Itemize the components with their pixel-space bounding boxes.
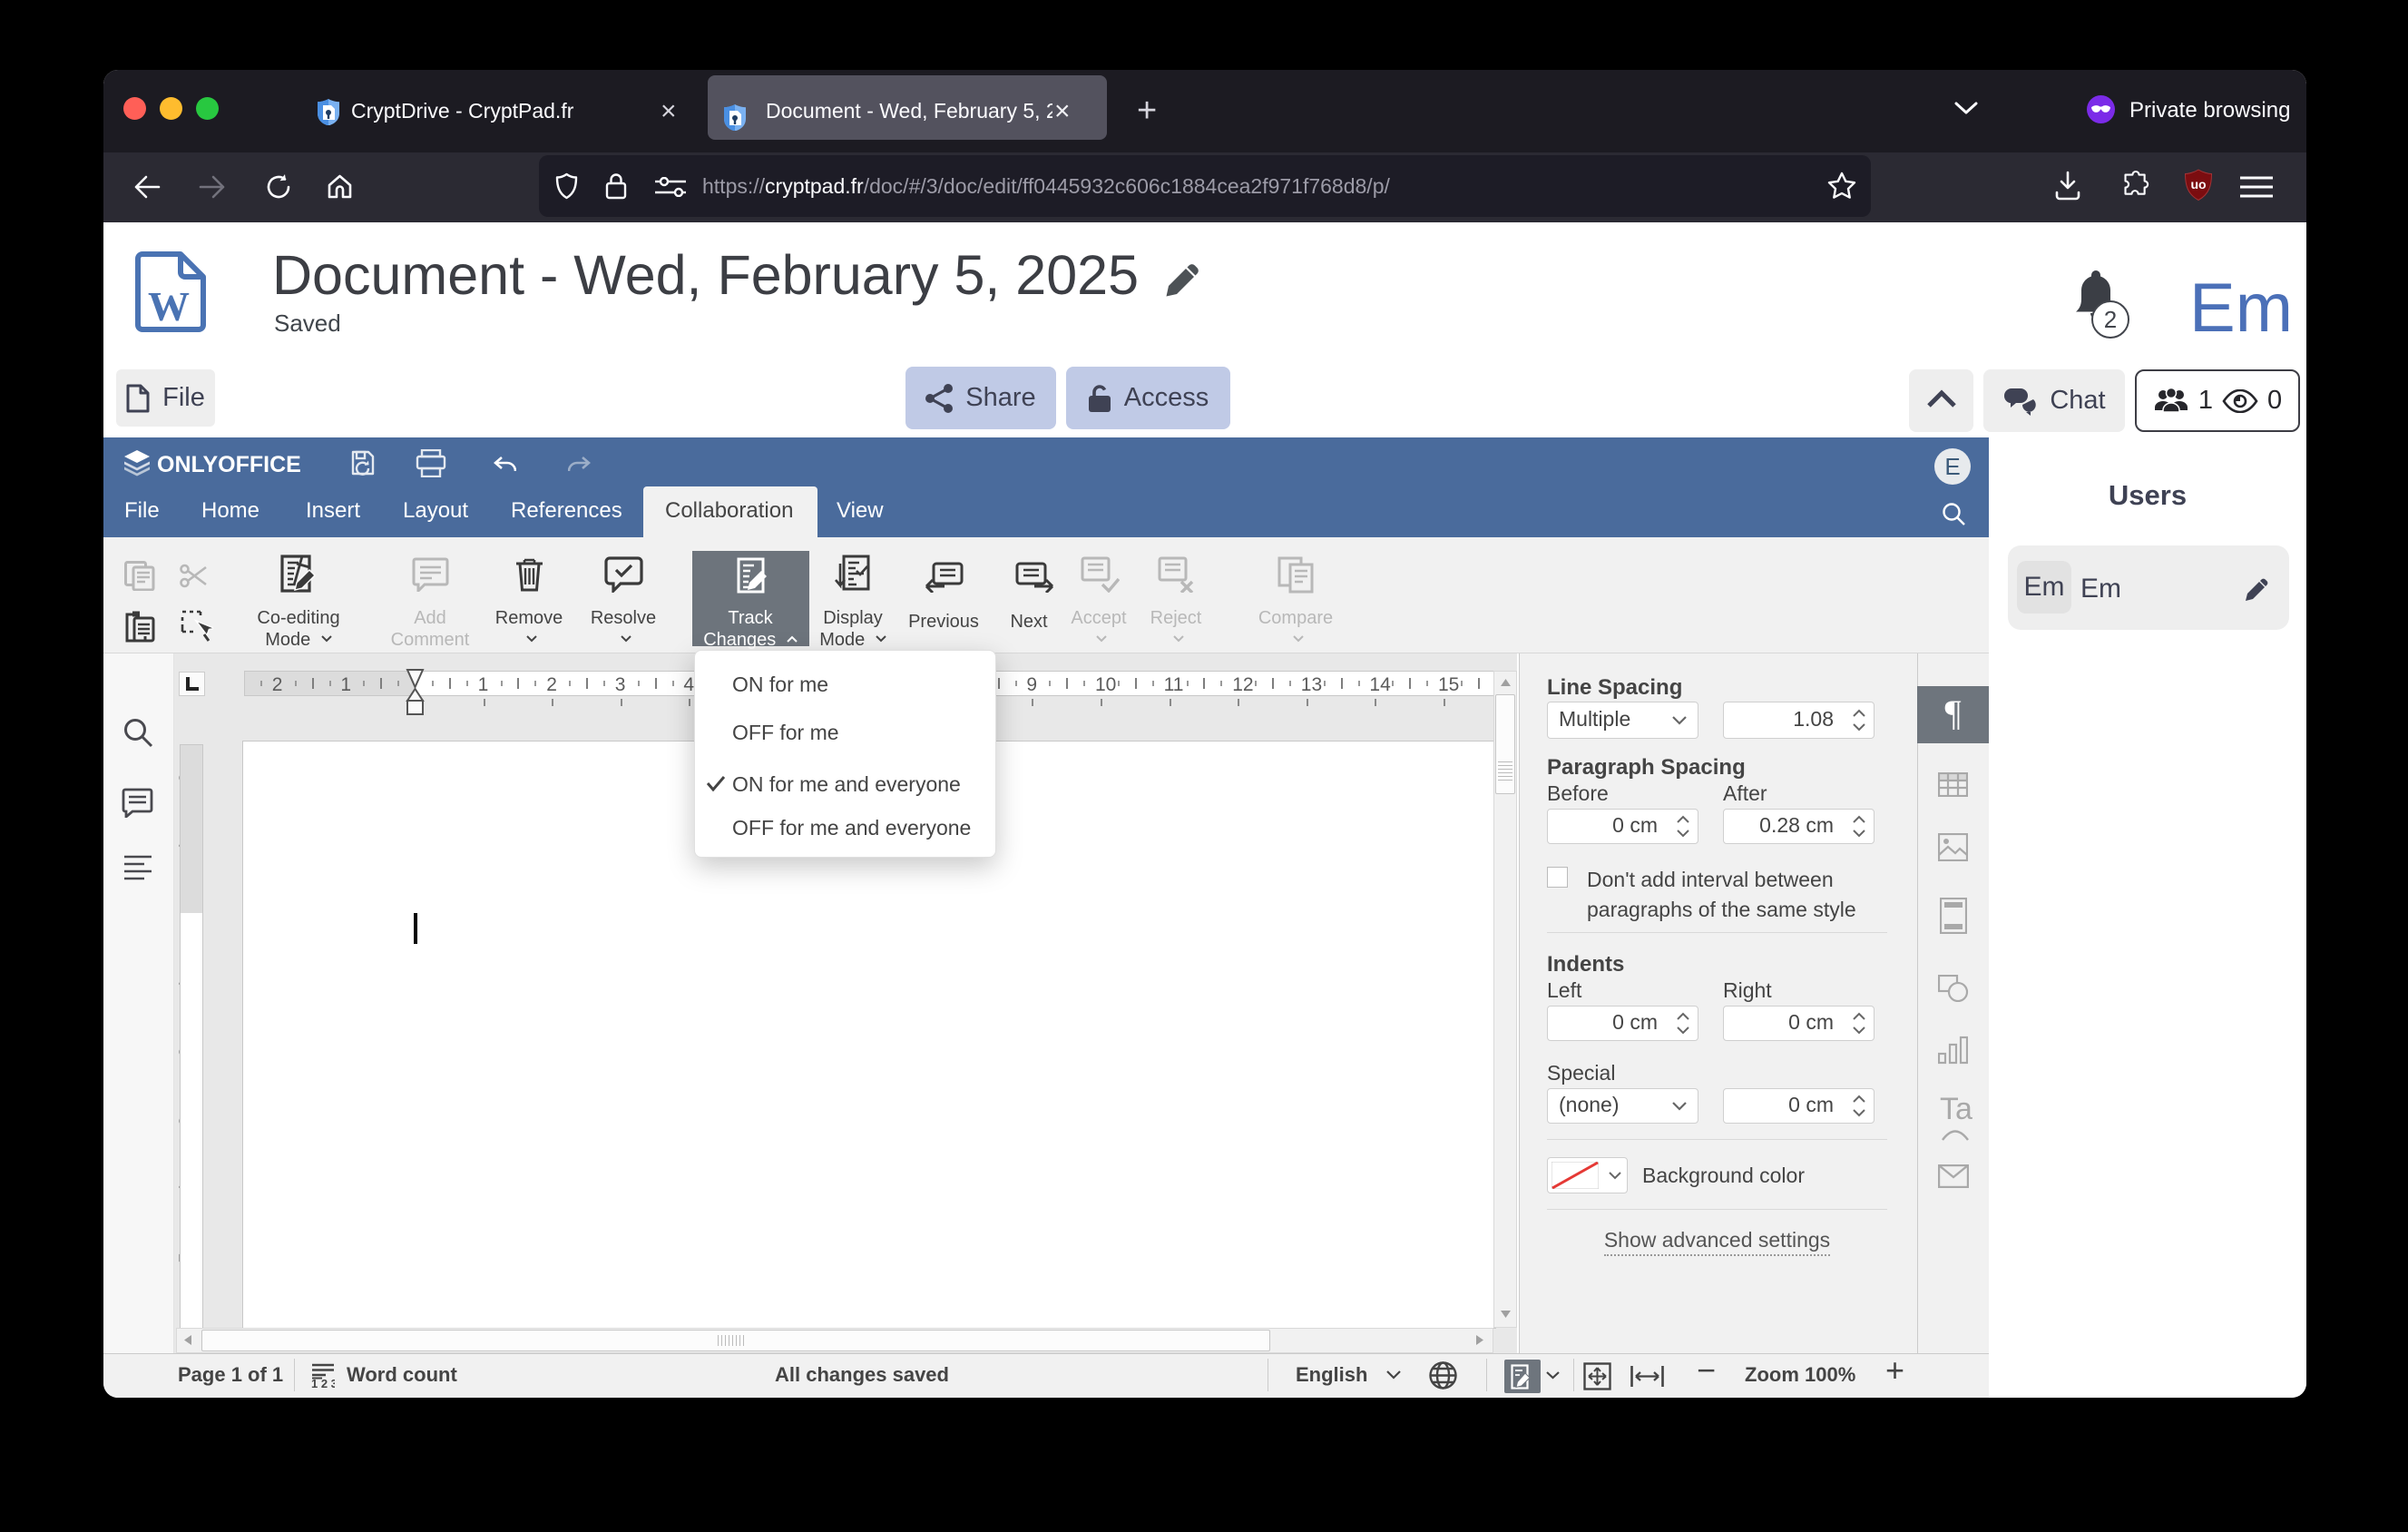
svg-text:W: W xyxy=(148,283,190,329)
svg-text:uo: uo xyxy=(2190,177,2206,192)
